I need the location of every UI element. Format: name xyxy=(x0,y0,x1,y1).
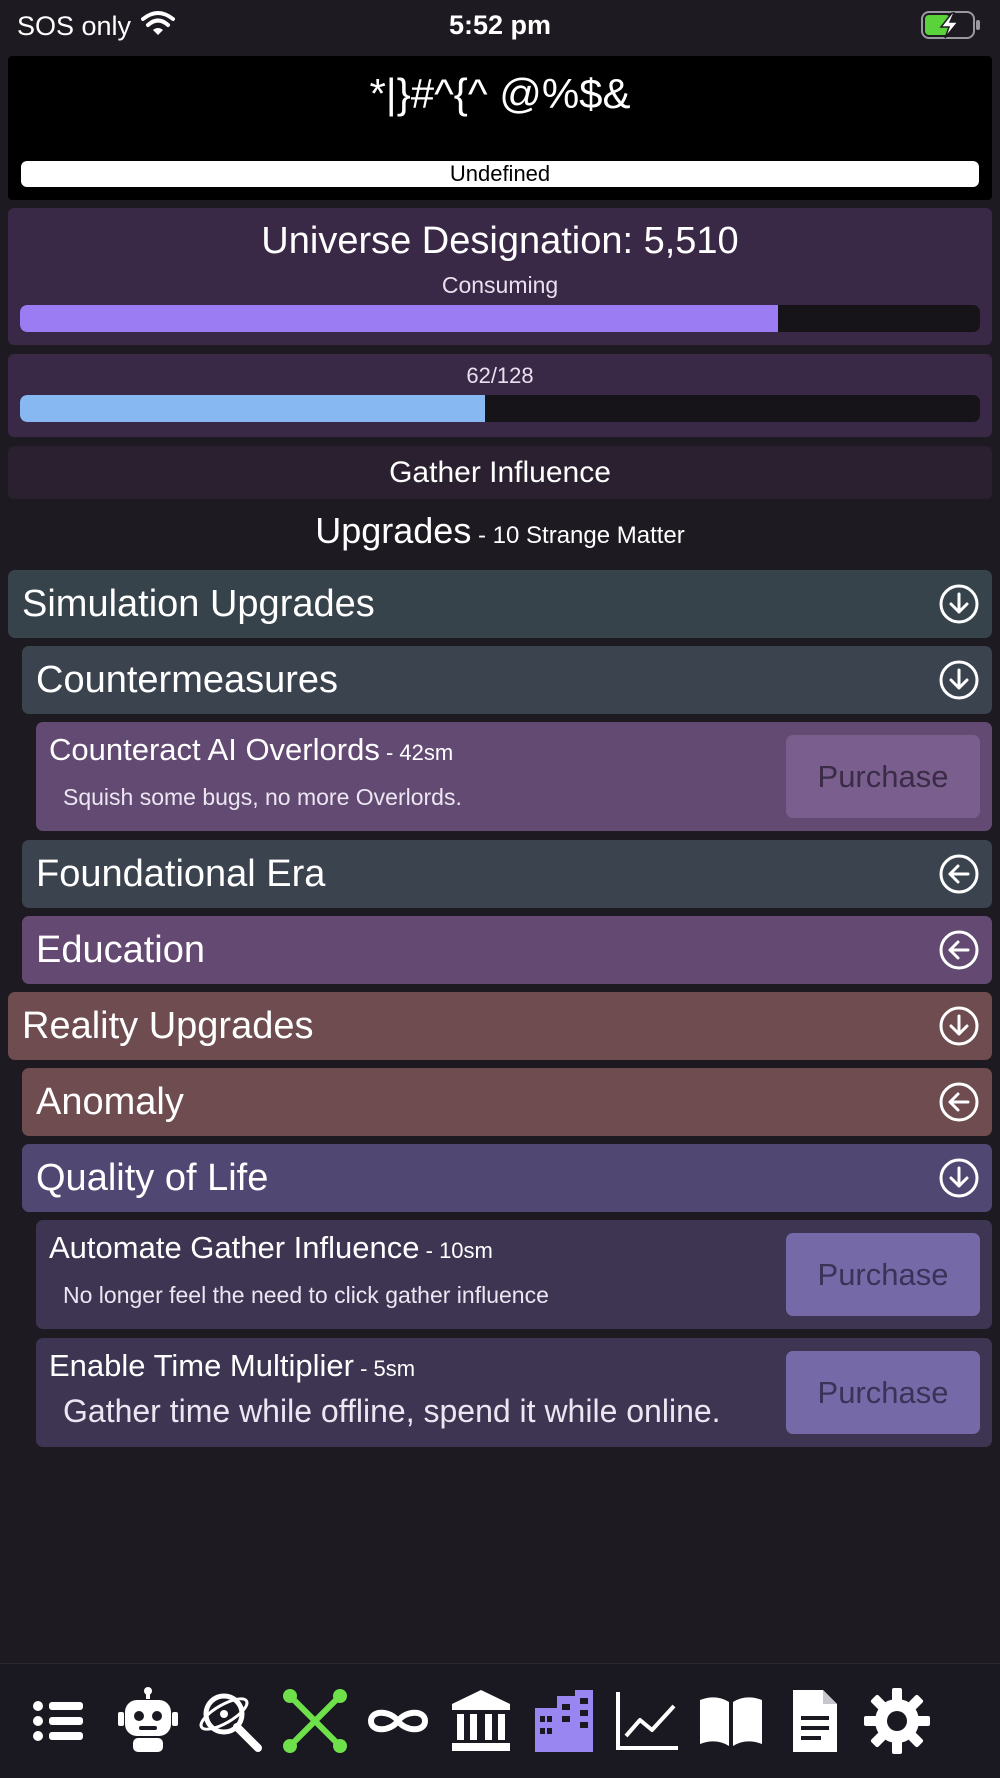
upgrades-title: Upgrades xyxy=(315,510,472,551)
upgrade-title: Automate Gather Influence - 10sm xyxy=(49,1230,493,1266)
research-icon[interactable] xyxy=(196,1686,266,1756)
upgrade-name: Enable Time Multiplier xyxy=(49,1348,354,1383)
universe-progress-track xyxy=(20,305,980,332)
section-simulation-upgrades[interactable]: Simulation Upgrades xyxy=(8,570,992,638)
section-label: Reality Upgrades xyxy=(22,1005,314,1047)
upgrade-cost: - 10sm xyxy=(419,1238,493,1263)
purchase-button[interactable]: Purchase xyxy=(786,735,980,818)
counter-text: 62/128 xyxy=(466,363,534,388)
purchase-button[interactable]: Purchase xyxy=(786,1233,980,1316)
book-icon[interactable] xyxy=(696,1686,766,1756)
section-foundational-era[interactable]: Foundational Era xyxy=(22,840,992,908)
section-quality-of-life[interactable]: Quality of Life xyxy=(22,1144,992,1212)
upgrade-description: Gather time while offline, spend it whil… xyxy=(63,1393,721,1429)
chart-icon[interactable] xyxy=(612,1686,682,1756)
section-countermeasures[interactable]: Countermeasures xyxy=(22,646,992,714)
counter-panel: 62/128 xyxy=(8,354,992,437)
section-label: Foundational Era xyxy=(36,853,326,895)
universe-panel: Universe Designation: 5,510 Consuming xyxy=(8,208,992,345)
city-icon[interactable] xyxy=(529,1686,599,1756)
upgrade-cost: - 5sm xyxy=(353,1356,416,1381)
upgrade-title: Counteract AI Overlords - 42sm xyxy=(49,732,453,768)
arrow-down-circle-icon xyxy=(939,584,979,624)
bottom-nav xyxy=(0,1663,1000,1778)
upgrade-name: Automate Gather Influence xyxy=(49,1230,420,1265)
cipher-title: *|}#^{^ @%$& xyxy=(369,70,631,117)
section-label: Quality of Life xyxy=(36,1157,269,1199)
counter-progress-fill xyxy=(20,395,485,422)
network-icon[interactable] xyxy=(280,1686,350,1756)
list-icon[interactable] xyxy=(24,1686,94,1756)
arrow-left-circle-icon xyxy=(939,930,979,970)
arrow-down-circle-icon xyxy=(939,1006,979,1046)
section-label: Simulation Upgrades xyxy=(22,583,375,625)
clock: 5:52 pm xyxy=(448,10,552,40)
document-icon[interactable] xyxy=(779,1686,849,1756)
upgrades-heading: Upgrades - 10 Strange Matter xyxy=(0,510,1000,552)
universe-status: Consuming xyxy=(441,272,559,298)
section-label: Anomaly xyxy=(36,1081,184,1123)
upgrade-item-automate-gather-influence: Automate Gather Influence - 10sm No long… xyxy=(36,1220,992,1329)
universe-designation: Universe Designation: 5,510 xyxy=(261,220,739,262)
gather-influence-button[interactable]: Gather Influence xyxy=(8,446,992,499)
section-education[interactable]: Education xyxy=(22,916,992,984)
status-bar: SOS only 5:52 pm xyxy=(0,0,1000,50)
upgrade-cost: - 42sm xyxy=(379,740,454,765)
section-label: Countermeasures xyxy=(36,659,339,701)
arrow-down-circle-icon xyxy=(939,1158,979,1198)
bank-icon[interactable] xyxy=(446,1686,516,1756)
app-screen: SOS only 5:52 pm *|}#^{^ @%$& Undefined xyxy=(0,0,1000,1778)
battery-icon xyxy=(921,10,983,45)
section-anomaly[interactable]: Anomaly xyxy=(22,1068,992,1136)
upgrade-description: Squish some bugs, no more Overlords. xyxy=(63,784,462,810)
settings-icon[interactable] xyxy=(862,1686,932,1756)
arrow-left-circle-icon xyxy=(939,1082,979,1122)
arrow-left-circle-icon xyxy=(939,854,979,894)
section-reality-upgrades[interactable]: Reality Upgrades xyxy=(8,992,992,1060)
section-label: Education xyxy=(36,929,206,971)
universe-progress-fill xyxy=(20,305,779,332)
arrow-down-circle-icon xyxy=(939,660,979,700)
upgrade-name: Counteract AI Overlords xyxy=(49,732,380,767)
infinity-icon[interactable] xyxy=(363,1686,433,1756)
cipher-header: *|}#^{^ @%$& Undefined xyxy=(8,56,992,200)
upgrade-description: No longer feel the need to click gather … xyxy=(63,1282,549,1308)
upgrade-item-counteract-ai-overlords: Counteract AI Overlords - 42sm Squish so… xyxy=(36,722,992,831)
robot-icon[interactable] xyxy=(113,1686,183,1756)
upgrades-cost-note: - 10 Strange Matter xyxy=(471,522,685,549)
upgrade-title: Enable Time Multiplier - 5sm xyxy=(49,1348,415,1384)
counter-progress-track xyxy=(20,395,980,422)
purchase-button[interactable]: Purchase xyxy=(786,1351,980,1434)
undefined-bar: Undefined xyxy=(21,161,979,187)
upgrade-item-enable-time-multiplier: Enable Time Multiplier - 5sm Gather time… xyxy=(36,1338,992,1447)
